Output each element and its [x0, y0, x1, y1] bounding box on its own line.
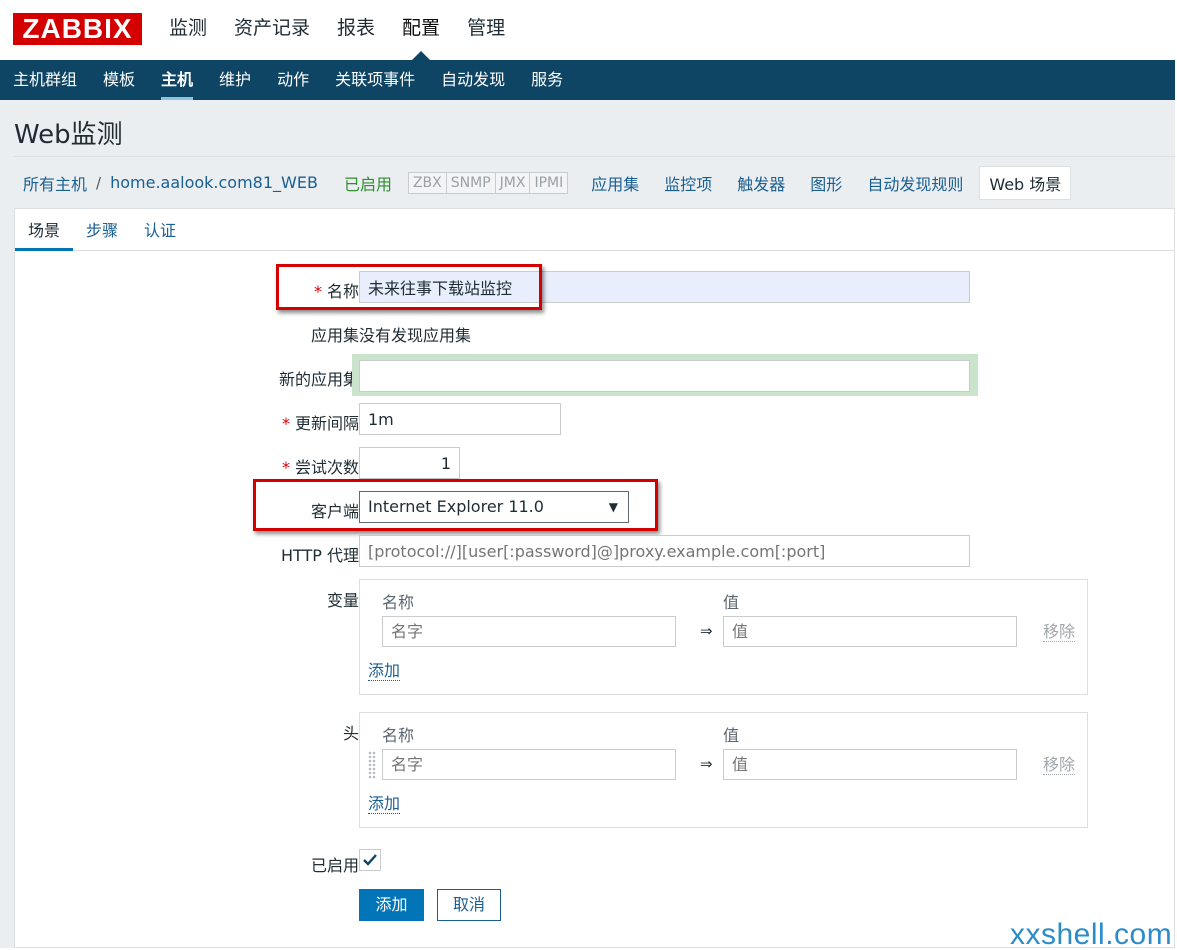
- headers-label: 头: [342, 724, 359, 743]
- update-interval-input[interactable]: [359, 403, 561, 435]
- new-application-label: 新的应用集: [278, 370, 359, 389]
- http-proxy-label: HTTP 代理: [280, 546, 359, 565]
- sub-nav-discovery[interactable]: 自动发现: [441, 60, 505, 100]
- host-link-items[interactable]: 监控项: [664, 171, 712, 195]
- header-name-input[interactable]: [382, 749, 676, 780]
- variables-col-value: 值: [723, 593, 740, 612]
- main-nav-reports[interactable]: 报表: [337, 14, 375, 42]
- http-proxy-input[interactable]: [359, 535, 970, 567]
- availability-jmx: JMX: [495, 172, 531, 193]
- variables-arrow-icon: ⇒: [700, 622, 713, 640]
- breadcrumb-separator: /: [96, 173, 102, 192]
- host-link-applications[interactable]: 应用集: [591, 171, 639, 195]
- applications-value: 没有发现应用集: [359, 326, 472, 345]
- header-add-button[interactable]: 添加: [368, 795, 401, 814]
- attempts-label: * 尝试次数: [281, 458, 359, 477]
- main-nav-inventory[interactable]: 资产记录: [234, 14, 310, 42]
- enabled-label: 已启用: [310, 856, 359, 875]
- top-bar: ZABBIX 监测 资产记录 报表 配置 管理: [0, 0, 1175, 60]
- host-link-web-scenarios[interactable]: Web 场景: [979, 165, 1072, 200]
- breadcrumb-host[interactable]: home.aalook.com81_WEB: [110, 173, 318, 192]
- availability-indicators: ZBX SNMP JMX IPMI: [407, 171, 569, 194]
- sub-nav: 主机群组 模板 主机 维护 动作 关联项事件 自动发现 服务: [0, 60, 1175, 100]
- variables-table: 名称 值 ⇒ 移除 添加: [359, 579, 1088, 695]
- availability-zbx: ZBX: [408, 172, 447, 193]
- headers-col-value: 值: [723, 726, 740, 745]
- attempts-input[interactable]: [359, 447, 460, 479]
- applications-label: 应用集: [310, 326, 359, 345]
- breadcrumb-all-hosts[interactable]: 所有主机: [23, 171, 87, 195]
- host-navigation-bar: 所有主机 / home.aalook.com81_WEB 已启用 ZBX SNM…: [14, 156, 1175, 208]
- header-value-input[interactable]: [723, 749, 1017, 780]
- checkmark-icon: [363, 854, 377, 866]
- main-nav-configuration[interactable]: 配置: [402, 14, 440, 42]
- headers-table: 名称 值 ⇒ 移除 添加: [359, 712, 1088, 828]
- zabbix-logo[interactable]: ZABBIX: [13, 13, 142, 45]
- variables-col-name: 名称: [382, 593, 415, 612]
- host-link-graphs[interactable]: 图形: [810, 171, 842, 195]
- headers-arrow-icon: ⇒: [700, 755, 713, 773]
- sub-nav-host-groups[interactable]: 主机群组: [13, 60, 77, 100]
- availability-ipmi: IPMI: [530, 172, 568, 193]
- sub-nav-services[interactable]: 服务: [531, 60, 563, 100]
- sub-nav-hosts[interactable]: 主机: [161, 60, 194, 100]
- page-title: Web监测: [14, 120, 123, 150]
- page-content: Web监测 所有主机 / home.aalook.com81_WEB 已启用 Z…: [0, 100, 1175, 948]
- highlight-box-agent: [253, 479, 658, 531]
- main-nav-monitoring[interactable]: 监测: [169, 14, 207, 42]
- tab-authentication[interactable]: 认证: [131, 217, 189, 250]
- main-nav-administration[interactable]: 管理: [467, 14, 505, 42]
- availability-snmp: SNMP: [446, 172, 496, 193]
- add-button[interactable]: 添加: [359, 889, 424, 921]
- main-nav: 监测 资产记录 报表 配置 管理: [169, 14, 532, 42]
- update-interval-label: * 更新间隔: [281, 414, 359, 433]
- watermark: xxshell.com: [1010, 918, 1173, 950]
- enabled-checkbox[interactable]: [359, 849, 381, 871]
- header-remove-button[interactable]: 移除: [1043, 756, 1076, 775]
- host-link-triggers[interactable]: 触发器: [737, 171, 785, 195]
- sub-nav-event-correlation[interactable]: 关联项事件: [335, 60, 415, 100]
- form-tabs: 场景 步骤 认证: [15, 209, 1174, 251]
- variable-value-input[interactable]: [723, 616, 1017, 647]
- highlight-box-name: [276, 264, 542, 310]
- variables-label: 变量: [326, 591, 359, 610]
- host-status-badge[interactable]: 已启用: [344, 171, 392, 195]
- variable-remove-button[interactable]: 移除: [1043, 623, 1076, 642]
- tab-scenario[interactable]: 场景: [15, 217, 74, 251]
- variable-add-button[interactable]: 添加: [368, 662, 401, 681]
- variable-name-input[interactable]: [382, 616, 676, 647]
- drag-handle-icon[interactable]: [368, 751, 376, 779]
- sub-nav-maintenance[interactable]: 维护: [219, 60, 251, 100]
- headers-col-name: 名称: [382, 726, 415, 745]
- sub-nav-templates[interactable]: 模板: [103, 60, 135, 100]
- web-scenario-form: 场景 步骤 认证 *名称 应用集 没有发现应用集 新的应用集 *更新间隔 *尝试…: [14, 208, 1175, 948]
- cancel-button[interactable]: 取消: [437, 889, 501, 921]
- host-link-discovery-rules[interactable]: 自动发现规则: [867, 171, 963, 195]
- active-nav-caret: [412, 51, 430, 60]
- tab-steps[interactable]: 步骤: [73, 217, 131, 250]
- new-application-input[interactable]: [359, 360, 970, 392]
- sub-nav-actions[interactable]: 动作: [277, 60, 309, 100]
